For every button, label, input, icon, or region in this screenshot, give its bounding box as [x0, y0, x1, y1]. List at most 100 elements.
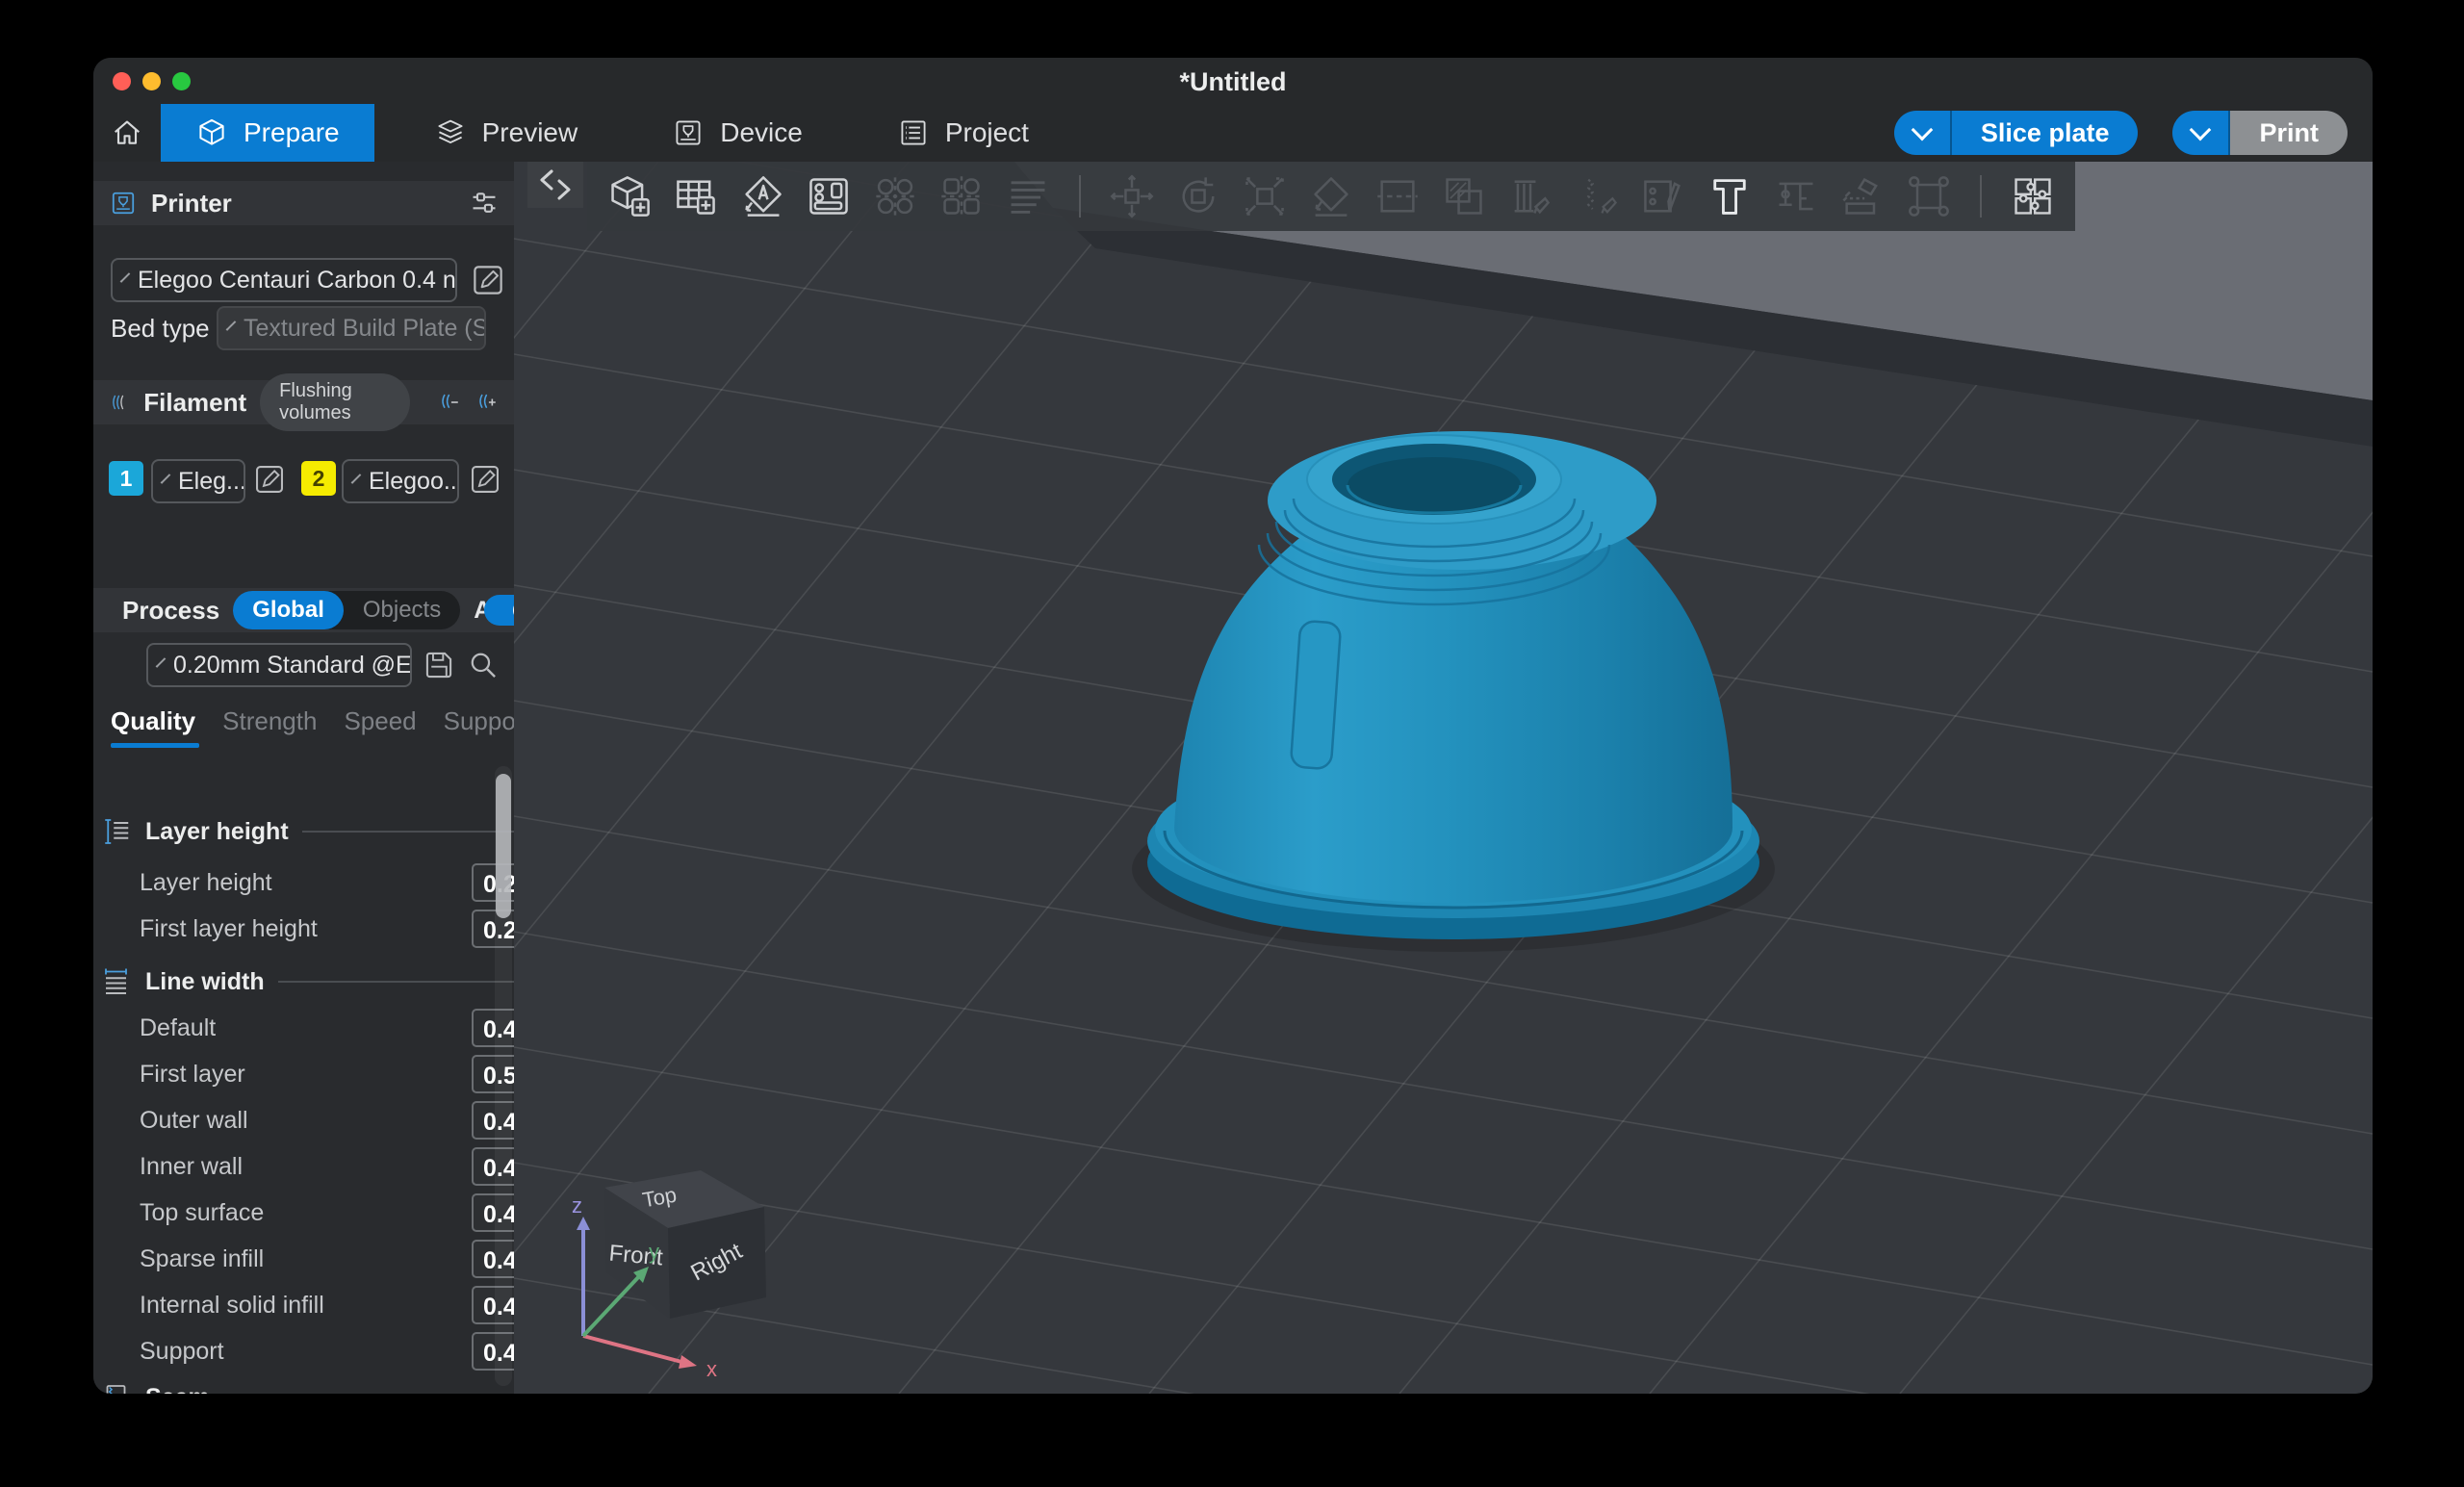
settings-scrollbar[interactable] — [495, 766, 512, 1386]
zoom-window-button[interactable] — [172, 72, 191, 90]
filament-section-header[interactable]: Filament Flushing volumes — [93, 380, 514, 424]
edit-printer-button[interactable] — [469, 261, 507, 299]
tab-project[interactable]: Project — [862, 104, 1064, 162]
tab-label: Preview — [482, 117, 578, 148]
setting-row: Outer wall 0.4 — [93, 1099, 514, 1143]
model-object[interactable] — [1132, 431, 1775, 952]
setting-row: Sparse infill 0.4 — [93, 1238, 514, 1282]
split-to-objects-icon[interactable] — [872, 173, 918, 219]
add-filament-icon[interactable] — [475, 388, 499, 417]
seam-painting-icon[interactable] — [1574, 173, 1620, 219]
group-layer-height[interactable]: Layer height — [103, 810, 514, 853]
support-painting-icon[interactable] — [1507, 173, 1553, 219]
printer-settings-sliders-icon[interactable] — [470, 189, 499, 218]
tab-device[interactable]: Device — [637, 104, 837, 162]
filament-2-value: Elegoo... — [369, 468, 459, 496]
tab-preview[interactable]: Preview — [399, 104, 613, 162]
process-preset-select[interactable]: 0.20mm Standard @E... — [146, 643, 412, 687]
place-on-face-icon[interactable] — [1308, 173, 1354, 219]
process-tab-speed[interactable]: Speed — [344, 706, 416, 736]
printer-preset-select[interactable]: Elegoo Centauri Carbon 0.4 n... — [111, 258, 457, 302]
minimize-window-button[interactable] — [142, 72, 161, 90]
setting-row: Internal solid infill 0.4 — [93, 1284, 514, 1328]
axis-y-label: y — [649, 1240, 659, 1264]
process-tab-strength[interactable]: Strength — [222, 706, 317, 736]
chevron-down-icon — [120, 272, 131, 283]
prepare-cube-icon — [195, 116, 228, 149]
color-painting-icon[interactable] — [1640, 173, 1686, 219]
edit-pencil-icon — [251, 461, 288, 498]
variable-layer-height-icon[interactable] — [1005, 173, 1051, 219]
split-to-parts-icon[interactable] — [938, 173, 985, 219]
scale-icon[interactable] — [1242, 173, 1288, 219]
home-button[interactable] — [93, 104, 161, 162]
viewport-3d[interactable]: Top Front Right z x y — [514, 162, 2373, 1394]
close-window-button[interactable] — [113, 72, 131, 90]
print-label: Print — [2230, 111, 2348, 155]
measure-icon[interactable] — [1773, 173, 1819, 219]
filament-2-color-swatch[interactable]: 2 — [301, 461, 336, 496]
chisel-icon[interactable] — [1839, 173, 1886, 219]
add-plate-icon[interactable] — [673, 173, 719, 219]
search-preset-button[interactable] — [465, 647, 501, 683]
auto-orient-icon[interactable] — [739, 173, 785, 219]
text-tool-icon[interactable] — [1707, 173, 1753, 219]
edit-pencil-icon — [467, 461, 503, 498]
bed-type-select[interactable]: Textured Build Plate (S... — [217, 306, 486, 350]
edit-filament-1-button[interactable] — [251, 461, 288, 498]
printer-icon — [109, 189, 138, 218]
tab-prepare[interactable]: Prepare — [161, 104, 374, 162]
printer-section-header[interactable]: Printer — [93, 181, 514, 225]
slice-dropdown-arrow[interactable] — [1894, 111, 1952, 155]
filament-section-title: Filament — [143, 388, 246, 418]
scrollbar-thumb[interactable] — [496, 774, 511, 918]
filament-1-number: 1 — [120, 466, 133, 492]
arrange-all-icon[interactable] — [806, 173, 852, 219]
printer-section-title: Printer — [151, 189, 232, 218]
layer-height-icon — [103, 816, 132, 847]
line-width-icon — [103, 966, 132, 997]
process-section-title: Process — [122, 596, 219, 626]
slice-plate-label: Slice plate — [1952, 111, 2139, 155]
chevron-down-icon — [161, 474, 171, 484]
save-preset-button[interactable] — [421, 647, 457, 683]
process-mode-switch: Global Objects — [233, 591, 460, 629]
advanced-toggle[interactable] — [484, 595, 514, 626]
filament-1-select[interactable]: Eleg... — [151, 459, 245, 503]
bed-type-value: Textured Build Plate (S... — [244, 315, 486, 343]
process-section-header[interactable]: Process Global Objects Advanced — [93, 588, 514, 632]
move-icon[interactable] — [1109, 173, 1155, 219]
add-object-icon[interactable] — [606, 173, 653, 219]
filament-1-color-swatch[interactable]: 1 — [109, 461, 143, 496]
process-mode-objects[interactable]: Objects — [344, 591, 460, 629]
edit-filament-2-button[interactable] — [467, 461, 503, 498]
process-tab-quality[interactable]: Quality — [111, 706, 195, 736]
flushing-volumes-button[interactable]: Flushing volumes — [260, 373, 409, 431]
group-line-width[interactable]: Line width — [103, 961, 514, 1003]
filament-2-select[interactable]: Elegoo... — [342, 459, 459, 503]
mesh-boolean-icon[interactable] — [1441, 173, 1487, 219]
process-tab-support[interactable]: Support — [444, 706, 514, 736]
filament-1-value: Eleg... — [178, 468, 245, 496]
active-tab-underline — [111, 743, 199, 748]
sidebar-collapse-handle[interactable] — [527, 162, 583, 208]
process-tab-bar: Quality Strength Speed Support M — [111, 706, 514, 736]
collapse-chevrons-icon — [534, 166, 577, 204]
bed-type-label: Bed type — [111, 314, 210, 344]
frame-select-icon[interactable] — [1906, 173, 1952, 219]
navigation-cube[interactable]: Top Front Right z x y — [524, 1163, 803, 1384]
viewport-toolbar — [587, 162, 2075, 231]
cut-icon[interactable] — [1374, 173, 1421, 219]
print-dropdown-arrow[interactable] — [2172, 111, 2230, 155]
print-button[interactable]: Print — [2172, 111, 2348, 155]
settings-sidebar: Printer Elegoo Centauri Carbon 0.4 n... … — [93, 162, 514, 1394]
remove-filament-icon[interactable] — [437, 388, 461, 417]
chevron-down-icon — [226, 320, 237, 331]
setting-row: Inner wall 0.4 — [93, 1145, 514, 1190]
group-seam[interactable]: Seam — [103, 1376, 514, 1394]
process-mode-global[interactable]: Global — [233, 591, 344, 629]
app-window: *Untitled Prepare Preview Device Project… — [93, 58, 2373, 1394]
slice-plate-button[interactable]: Slice plate — [1894, 111, 2139, 155]
assembly-view-icon[interactable] — [2010, 173, 2056, 219]
rotate-icon[interactable] — [1175, 173, 1221, 219]
